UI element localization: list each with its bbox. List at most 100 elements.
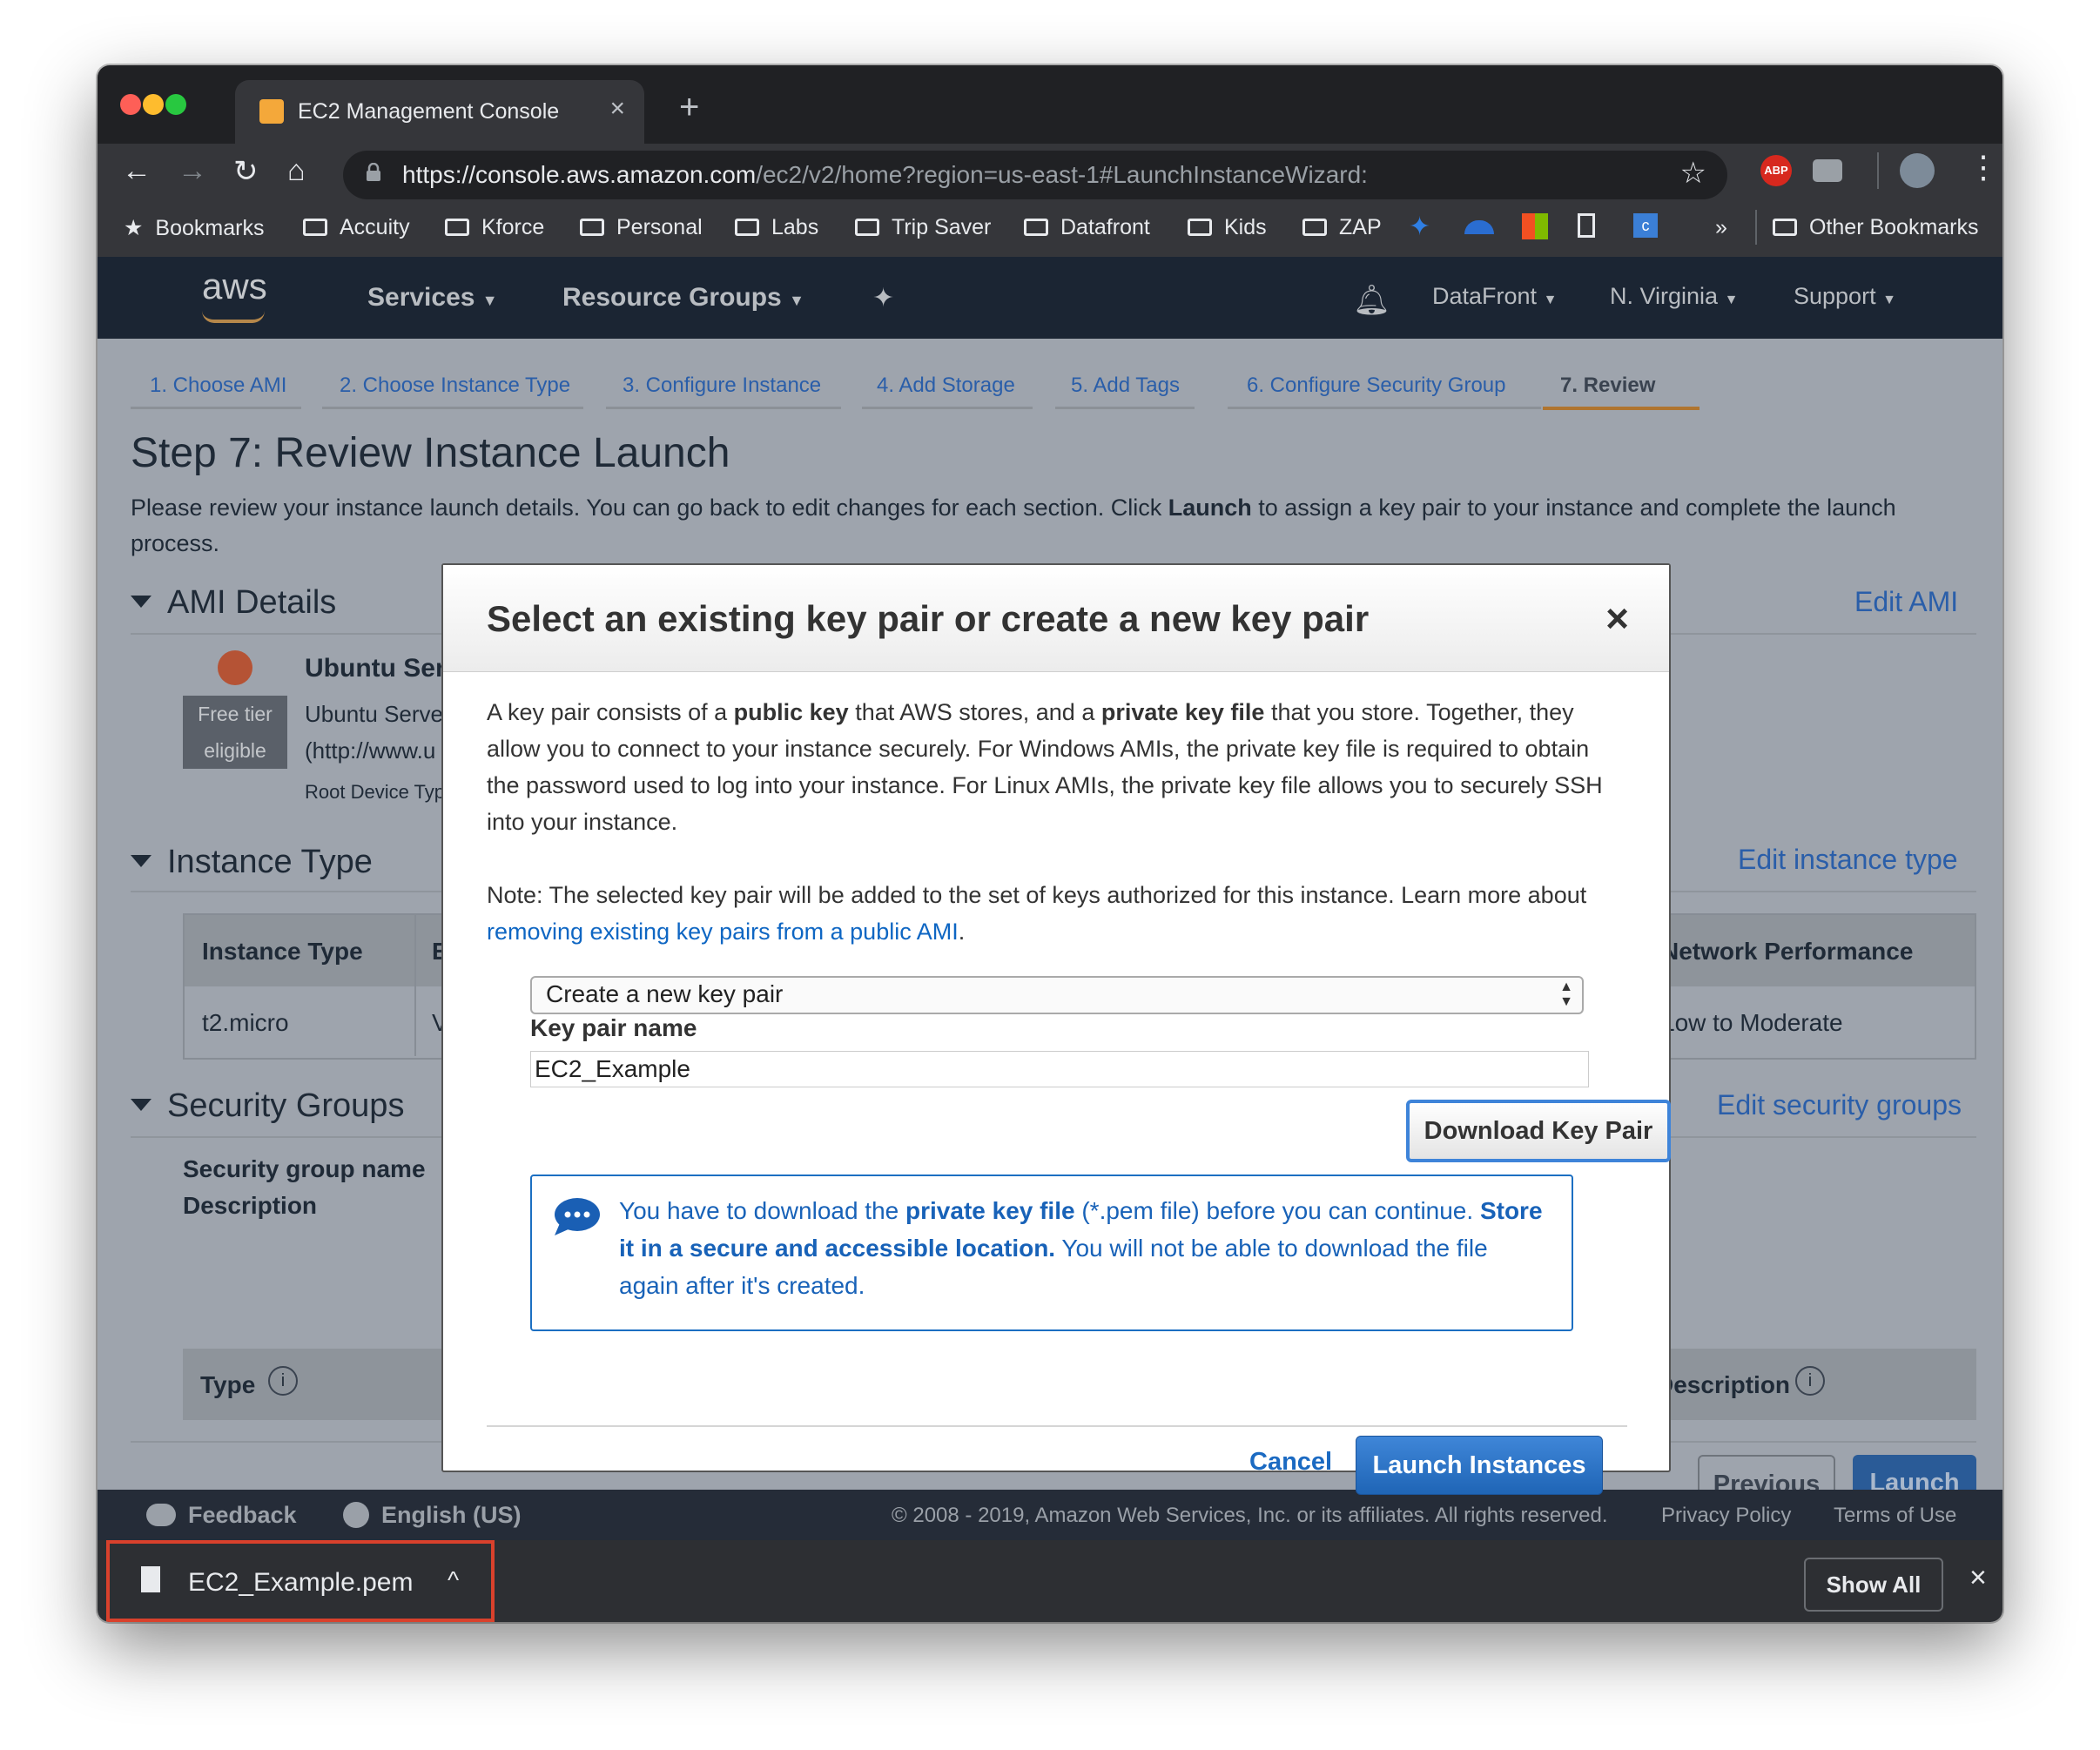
tab-review[interactable]: 7. Review xyxy=(1560,374,1655,398)
bookmark-accuity[interactable]: Accuity xyxy=(303,215,410,240)
globe-icon xyxy=(343,1502,369,1528)
adblock-icon[interactable]: ABP xyxy=(1760,155,1792,186)
chevron-up-icon[interactable]: ^ xyxy=(448,1566,459,1594)
download-item[interactable]: EC2_Example.pem ^ xyxy=(106,1540,495,1622)
resource-groups-menu[interactable]: Resource Groups ▼ xyxy=(562,283,804,313)
address-bar[interactable]: https://console.aws.amazon.com/ec2/v2/ho… xyxy=(343,151,1727,199)
edit-instance-type-link[interactable]: Edit instance type xyxy=(1738,844,1958,876)
microsoft-icon[interactable] xyxy=(1522,213,1548,239)
close-window-button[interactable] xyxy=(120,94,141,115)
folder-icon xyxy=(735,219,759,236)
tab-add-tags[interactable]: 5. Add Tags xyxy=(1071,374,1180,398)
bookmarks-overflow[interactable]: » xyxy=(1715,215,1727,240)
feedback-link[interactable]: Feedback xyxy=(146,1502,297,1529)
tab-choose-instance-type[interactable]: 2. Choose Instance Type xyxy=(340,374,570,398)
tab-configure-instance[interactable]: 3. Configure Instance xyxy=(623,374,821,398)
other-bookmarks[interactable]: Other Bookmarks xyxy=(1773,215,1979,240)
url-host: https://console.aws.amazon.com xyxy=(402,161,757,188)
services-menu[interactable]: Services ▼ xyxy=(367,283,498,313)
terms-of-use-link[interactable]: Terms of Use xyxy=(1834,1504,1956,1528)
tab-add-storage[interactable]: 4. Add Storage xyxy=(877,374,1015,398)
key-pair-modal: Select an existing key pair or create a … xyxy=(441,563,1671,1495)
edit-security-groups-link[interactable]: Edit security groups xyxy=(1717,1089,1962,1121)
new-tab-button[interactable]: + xyxy=(679,88,699,127)
collapse-triangle-icon xyxy=(131,1099,151,1111)
instance-type-header[interactable]: Instance Type xyxy=(131,844,373,881)
pin-icon[interactable]: ✦ xyxy=(872,283,894,313)
col-network-performance: Network Performance xyxy=(1661,938,1914,965)
bookmark-kids[interactable]: Kids xyxy=(1188,215,1267,240)
bell-icon[interactable]: 🔔︎ xyxy=(1353,283,1390,318)
edit-ami-link[interactable]: Edit AMI xyxy=(1854,586,1958,618)
c-app-icon[interactable]: c xyxy=(1633,213,1658,238)
bookmark-star-icon[interactable]: ☆ xyxy=(1680,156,1706,191)
tab-choose-ami[interactable]: 1. Choose AMI xyxy=(150,374,286,398)
menu-kebab-icon[interactable]: ⋮ xyxy=(1968,149,1999,185)
ami-description-line1: Ubuntu Serve xyxy=(305,701,443,727)
modal-footer-divider xyxy=(487,1425,1627,1427)
reload-icon[interactable]: ↻ xyxy=(233,154,259,189)
browser-toolbar: ← → ↻ ⌂ https://console.aws.amazon.com/e… xyxy=(98,144,2002,201)
bookmark-personal[interactable]: Personal xyxy=(580,215,703,240)
browser-window: EC2 Management Console × + ← → ↻ ⌂ https… xyxy=(98,65,2002,1622)
download-info-text: You have to download the private key fil… xyxy=(619,1197,1543,1299)
bookmark-zap[interactable]: ZAP xyxy=(1302,215,1382,240)
lock-icon xyxy=(367,163,380,181)
show-all-button[interactable]: Show All xyxy=(1804,1558,1943,1612)
key-pair-action-select[interactable]: Create a new key pair ▲ ▼ xyxy=(530,976,1584,1014)
camera-icon[interactable] xyxy=(1813,159,1842,182)
chat-bubble-icon xyxy=(555,1198,600,1235)
cell-instance-type: t2.micro xyxy=(202,1009,289,1036)
page-icon[interactable] xyxy=(1578,213,1595,238)
folder-icon xyxy=(1024,219,1048,236)
download-key-pair-button[interactable]: Download Key Pair xyxy=(1406,1100,1671,1162)
ami-details-header[interactable]: AMI Details xyxy=(131,584,336,622)
key-pair-name-input[interactable]: EC2_Example xyxy=(530,1051,1589,1087)
close-icon[interactable]: × xyxy=(1605,595,1629,642)
col-description: Description xyxy=(1656,1371,1791,1398)
support-menu[interactable]: Support ▼ xyxy=(1794,283,1896,310)
info-icon[interactable]: i xyxy=(268,1366,298,1396)
profile-avatar[interactable] xyxy=(1900,153,1935,188)
tab-underline xyxy=(1055,407,1195,409)
collapse-triangle-icon xyxy=(131,855,151,867)
back-arrow-icon[interactable]: ← xyxy=(122,154,151,188)
forward-arrow-icon[interactable]: → xyxy=(178,154,207,188)
bookmarks-bar: ★ Bookmarks Accuity Kforce Personal Labs … xyxy=(98,201,2002,257)
remove-key-pairs-link[interactable]: removing existing key pairs from a publi… xyxy=(487,919,959,945)
maximize-window-button[interactable] xyxy=(165,94,186,115)
tab-underline xyxy=(862,407,1033,409)
security-groups-header[interactable]: Security Groups xyxy=(131,1087,404,1125)
privacy-policy-link[interactable]: Privacy Policy xyxy=(1661,1504,1791,1528)
url-path: /ec2/v2/home?region=us-east-1#LaunchInst… xyxy=(756,161,1368,188)
folder-icon xyxy=(445,219,469,236)
bookmark-trip-saver[interactable]: Trip Saver xyxy=(855,215,991,240)
account-menu[interactable]: DataFront ▼ xyxy=(1432,283,1557,310)
caret-down-icon: ▼ xyxy=(1882,293,1896,307)
star-icon: ★ xyxy=(124,216,144,240)
security-group-name-label: Security group name xyxy=(183,1155,426,1182)
bookmark-datafront[interactable]: Datafront xyxy=(1024,215,1150,240)
tab-configure-security-group[interactable]: 6. Configure Security Group xyxy=(1247,374,1505,398)
aws-logo[interactable]: aws xyxy=(202,266,267,307)
bookmark-kforce[interactable]: Kforce xyxy=(445,215,544,240)
key-pair-name-label: Key pair name xyxy=(530,1014,697,1041)
info-icon[interactable]: i xyxy=(1795,1366,1825,1396)
home-icon[interactable]: ⌂ xyxy=(287,154,306,188)
minimize-window-button[interactable] xyxy=(143,94,164,115)
modal-header: Select an existing key pair or create a … xyxy=(443,565,1669,672)
collapse-triangle-icon xyxy=(131,596,151,608)
bookmark-labs[interactable]: Labs xyxy=(735,215,818,240)
cancel-button[interactable]: Cancel xyxy=(1249,1448,1332,1477)
region-menu[interactable]: N. Virginia ▼ xyxy=(1610,283,1738,310)
tab-underline xyxy=(606,407,841,409)
download-info-alert: You have to download the private key fil… xyxy=(530,1175,1573,1331)
cloud-icon[interactable] xyxy=(1464,220,1494,234)
browser-tab[interactable]: EC2 Management Console × xyxy=(235,80,644,144)
launch-instances-button[interactable]: Launch Instances xyxy=(1356,1436,1603,1495)
tab-close-icon[interactable]: × xyxy=(609,94,625,124)
dropbox-icon[interactable]: ✦ xyxy=(1409,212,1430,242)
close-shelf-icon[interactable]: × xyxy=(1969,1561,1987,1595)
language-selector[interactable]: English (US) xyxy=(343,1502,522,1529)
bookmarks-star[interactable]: ★ Bookmarks xyxy=(124,215,264,241)
